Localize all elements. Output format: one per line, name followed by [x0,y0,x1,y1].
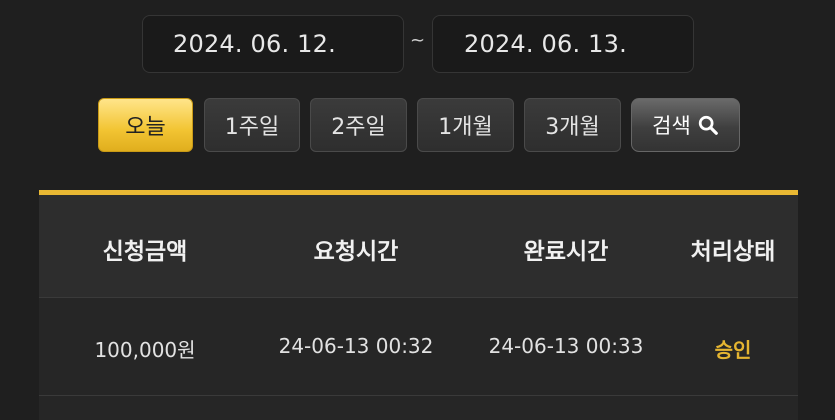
status-badge: 승인 [714,338,752,362]
cell-amount: 100,000원 [94,338,196,362]
search-label: 검색 [652,114,691,138]
header-requested-time: 요청시간 [313,239,399,265]
period-2week-label: 2주일 [331,115,386,140]
search-icon [698,115,718,135]
cell-requested-time: 24-06-13 00:32 [278,334,434,358]
date-to-value: 2024. 06. 13. [464,30,627,58]
period-today-label: 오늘 [125,115,166,140]
period-3month-button[interactable]: 3개월 [524,98,621,152]
history-table: 신청금액 요청시간 완료시간 처리상태 100,000원 24-06-13 00… [39,190,798,420]
table-header: 신청금액 요청시간 완료시간 처리상태 [39,195,798,298]
period-3month-label: 3개월 [545,115,600,140]
date-from-field[interactable]: 2024. 06. 12. [142,15,404,73]
period-today-button[interactable]: 오늘 [98,98,193,152]
date-from-value: 2024. 06. 12. [173,30,336,58]
table-row: 100,000원 24-06-13 00:32 24-06-13 00:33 승… [39,298,798,396]
period-1week-button[interactable]: 1주일 [204,98,300,152]
search-button[interactable]: 검색 [631,98,740,152]
date-range-separator: ~ [410,30,426,51]
period-1month-label: 1개월 [438,115,493,140]
header-status: 처리상태 [690,239,776,265]
header-completed-time: 완료시간 [523,239,609,265]
period-2week-button[interactable]: 2주일 [310,98,407,152]
cell-completed-time: 24-06-13 00:33 [488,334,644,358]
period-1week-label: 1주일 [224,115,280,140]
header-amount: 신청금액 [102,239,188,265]
date-to-field[interactable]: 2024. 06. 13. [432,15,694,73]
period-1month-button[interactable]: 1개월 [417,98,514,152]
